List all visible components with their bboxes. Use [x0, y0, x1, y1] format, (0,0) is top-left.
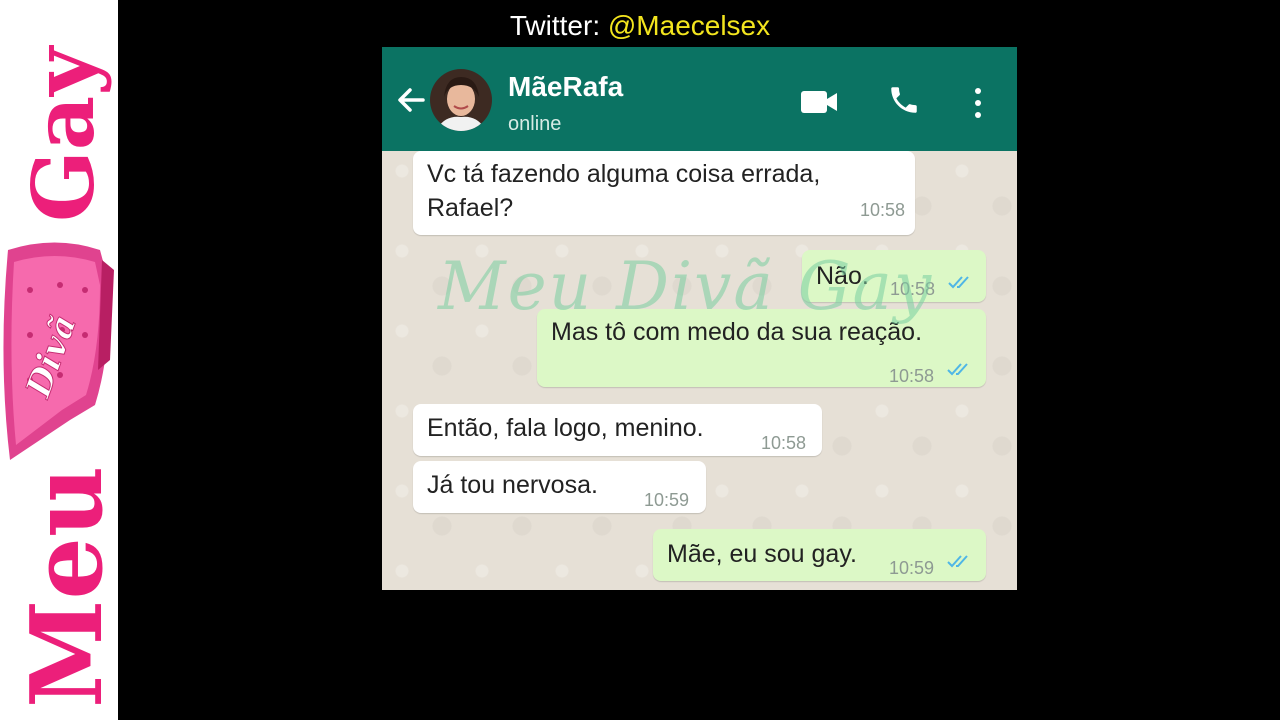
message-text: Mãe, eu sou gay. [667, 540, 857, 568]
more-options-icon[interactable] [972, 87, 984, 119]
message-bubble[interactable]: Já tou nervosa. 10:59 [413, 461, 706, 513]
brand-strip: Gay Divã Meu [0, 0, 118, 720]
read-ticks-icon [947, 555, 968, 568]
message-bubble[interactable]: Mãe, eu sou gay. 10:59 [653, 529, 986, 581]
back-arrow-icon[interactable] [396, 85, 426, 115]
message-bubble[interactable]: Vc tá fazendo alguma coisa errada, Rafae… [413, 151, 915, 235]
brand-word-gay: Gay [14, 47, 113, 222]
video-call-icon[interactable] [800, 89, 838, 115]
contact-name[interactable]: MãeRafa [508, 71, 623, 103]
message-text: Vc tá fazendo alguma coisa errada, [427, 160, 821, 188]
message-time: 10:59 [644, 490, 690, 510]
message-time: 10:58 [889, 366, 935, 386]
brand-word-meu: Meu [10, 465, 118, 708]
twitter-caption: Twitter: @Maecelsex [0, 10, 1280, 42]
message-text: Rafael? [427, 194, 514, 222]
avatar[interactable] [430, 69, 492, 131]
twitter-handle: @Maecelsex [607, 10, 771, 41]
message-bubble[interactable]: Então, fala logo, menino. 10:58 [413, 404, 822, 456]
phone-call-icon[interactable] [887, 83, 921, 117]
message-time: 10:58 [761, 433, 807, 453]
contact-status: online [508, 113, 562, 135]
message-text: Já tou nervosa. [427, 471, 598, 499]
message-time: 10:59 [889, 558, 935, 578]
message-text: Então, fala logo, menino. [427, 414, 704, 442]
message-time: 10:58 [859, 200, 905, 220]
read-ticks-icon [948, 276, 969, 289]
read-ticks-icon [947, 363, 968, 376]
watermark-text: Meu Divã Gay [438, 248, 934, 325]
chat-header: MãeRafa online [382, 47, 1017, 151]
sofa-logo-icon: Divã [3, 242, 114, 460]
twitter-label: Twitter: [509, 10, 601, 41]
